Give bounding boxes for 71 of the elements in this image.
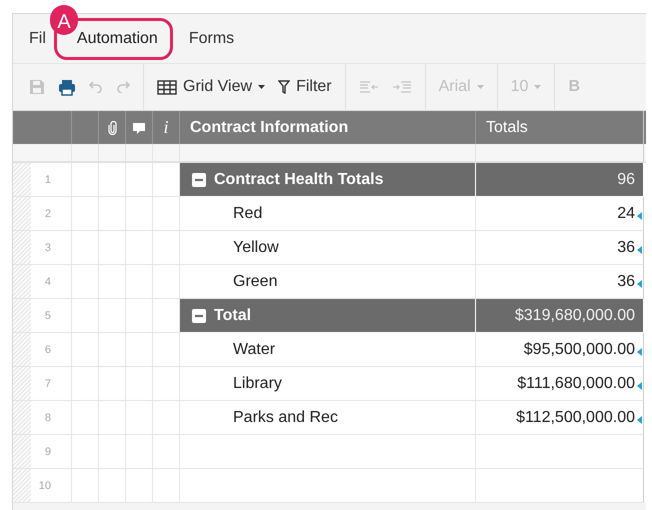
empty-cell	[99, 333, 126, 367]
empty-cell	[126, 401, 153, 435]
empty-cell	[99, 197, 126, 231]
row-handle[interactable]	[13, 333, 31, 366]
table-cell: Library	[233, 374, 282, 392]
table-cell: Yellow	[233, 238, 279, 256]
row-number: 9	[44, 446, 51, 458]
empty-cell	[153, 435, 180, 469]
print-icon[interactable]	[58, 78, 76, 96]
view-dropdown[interactable]: Grid View	[157, 78, 266, 96]
paperclip-icon	[108, 120, 116, 134]
row-number: 7	[44, 378, 51, 390]
empty-cell	[99, 299, 126, 333]
row-handle[interactable]	[13, 163, 31, 196]
row-handle[interactable]	[13, 401, 31, 434]
row-number: 1	[44, 174, 51, 186]
row-handle[interactable]	[13, 197, 31, 230]
empty-cell	[126, 469, 153, 503]
comment-icon	[132, 122, 146, 134]
row-number: 4	[44, 276, 51, 288]
empty-cell	[99, 231, 126, 265]
table-cell: Water	[233, 340, 276, 358]
table-cell: Green	[233, 272, 278, 290]
collapse-icon[interactable]	[192, 308, 206, 322]
empty-cell	[126, 333, 153, 367]
empty-cell	[99, 265, 126, 299]
empty-cell	[126, 299, 153, 333]
table-cell: Red	[233, 204, 262, 222]
empty-cell	[126, 197, 153, 231]
table-cell: 24	[617, 204, 635, 222]
column-header: Contract Information	[190, 118, 348, 136]
menu-item[interactable]: Fil	[29, 30, 46, 48]
info-header: i	[163, 117, 168, 138]
table-cell: Total	[214, 306, 252, 324]
table-cell: $111,680,000.00	[517, 374, 635, 392]
empty-cell	[126, 435, 153, 469]
column-header: Totals	[486, 118, 528, 136]
empty-cell	[126, 265, 153, 299]
filter-icon	[278, 80, 290, 94]
table-cell: Contract Health Totals	[214, 170, 384, 188]
callout-badge: A	[50, 5, 78, 35]
filter-button[interactable]: Filter	[278, 78, 332, 96]
row-number: 5	[44, 310, 51, 322]
collapse-icon[interactable]	[192, 172, 206, 186]
row-number: 6	[44, 344, 51, 356]
table-cell: $319,680,000.00	[514, 306, 635, 324]
row-handle[interactable]	[13, 469, 31, 502]
row-handle[interactable]	[13, 367, 31, 400]
empty-cell	[126, 367, 153, 401]
empty-cell	[153, 469, 180, 503]
empty-cell	[99, 401, 126, 435]
empty-cell	[99, 435, 126, 469]
row-handle[interactable]	[13, 299, 31, 332]
empty-cell	[99, 367, 126, 401]
row-number: 8	[44, 412, 51, 424]
row-number: 10	[38, 480, 51, 492]
table-cell: $112,500,000.00	[516, 408, 635, 426]
table-cell: 36	[617, 272, 635, 290]
empty-cell	[99, 469, 126, 503]
table-cell: 36	[617, 238, 635, 256]
table-cell: $95,500,000.00	[524, 340, 635, 358]
row-number: 2	[44, 208, 51, 220]
row-number: 3	[44, 242, 51, 254]
grid-icon	[157, 80, 177, 94]
table-cell: Parks and Rec	[233, 408, 338, 426]
empty-cell	[126, 231, 153, 265]
menu-item[interactable]: Forms	[188, 30, 234, 48]
row-handle[interactable]	[13, 231, 31, 264]
row-handle[interactable]	[13, 435, 31, 468]
table-cell: 96	[617, 170, 635, 188]
row-handle[interactable]	[13, 265, 31, 298]
